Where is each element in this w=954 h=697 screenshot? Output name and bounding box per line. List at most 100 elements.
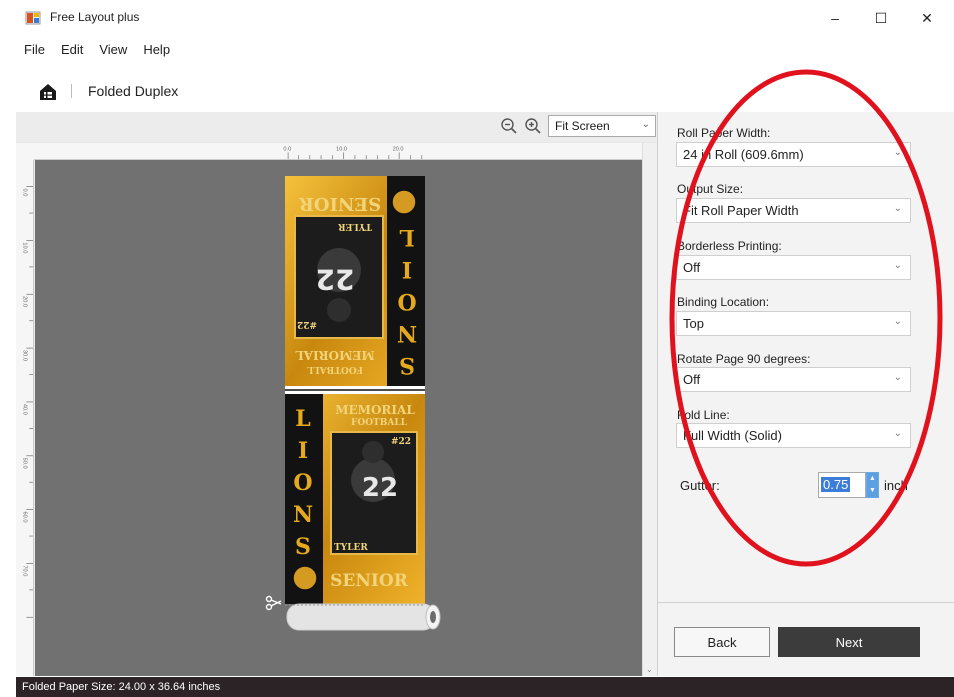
chevron-down-icon: ⌄ [893, 372, 902, 383]
ruler-label-v1: 10.0 [22, 242, 28, 253]
card-top-letter-3: N [397, 320, 417, 346]
zoom-toolbar: Fit Screen ⌄ [16, 112, 657, 142]
card-bottom-senior: SENIOR [330, 571, 409, 591]
ruler-label-v2: 20.0 [22, 296, 28, 307]
menu-bar: File Edit View Help [16, 38, 178, 62]
chevron-down-icon: ⌄ [893, 147, 902, 158]
card-top-football: FOOTBALL [306, 364, 363, 374]
menu-file[interactable]: File [16, 38, 53, 62]
gutter-stepper[interactable]: ▲ ▼ [866, 472, 879, 498]
rotate-page-select[interactable]: Off ⌄ [676, 367, 911, 392]
preview-scrollbar[interactable]: ⌄ [642, 143, 657, 676]
settings-footer: Back Next [658, 602, 954, 676]
roll-paper-width-select[interactable]: 24 in Roll (609.6mm) ⌄ [676, 142, 911, 167]
minimize-button[interactable]: – [812, 4, 858, 32]
fold-line-label: Fold Line: [677, 408, 730, 422]
fold-line-value: Full Width (Solid) [683, 428, 782, 443]
folded-paper-size-status: Folded Paper Size: 24.00 x 36.64 inches [22, 681, 221, 693]
card-letter-4: S [295, 534, 311, 560]
layout-preview: SENIOR TYLER 22 #22 FOOTBALL MEMORIAL L … [265, 176, 441, 631]
menu-edit[interactable]: Edit [53, 38, 91, 62]
card-top-senior: SENIOR [298, 193, 381, 214]
next-button[interactable]: Next [778, 627, 920, 657]
menu-help[interactable]: Help [135, 38, 178, 62]
vertical-ruler: 0.0 10.0 20.0 30.0 40.0 50.0 60.0 70.0 [16, 160, 34, 676]
card-top-number: #22 [297, 319, 317, 329]
card-letter-2: O [293, 470, 312, 496]
paper-roll-icon [285, 603, 441, 631]
status-bar: Folded Paper Size: 24.00 x 36.64 inches [16, 677, 954, 697]
gutter-input[interactable]: 0.75 [818, 472, 866, 498]
stepper-down-icon[interactable]: ▼ [867, 485, 878, 497]
ruler-label-v0: 0.0 [22, 189, 28, 197]
home-icon[interactable] [38, 82, 58, 102]
zoom-out-icon[interactable] [500, 117, 518, 135]
card-player: TYLER [334, 543, 368, 553]
card-back-upside-down: SENIOR TYLER 22 #22 FOOTBALL MEMORIAL L … [285, 176, 425, 386]
ruler-label-v4: 40.0 [22, 404, 28, 415]
chevron-down-icon: ⌄ [893, 260, 902, 271]
ruler-label-h1: 10.0 [336, 147, 347, 153]
borderless-value: Off [683, 260, 701, 275]
ruler-corner [16, 143, 34, 160]
ruler-label-h2: 20.0 [393, 147, 404, 153]
card-letter-3: N [293, 502, 313, 528]
ruler-label-h0: 0.0 [283, 147, 291, 153]
output-size-value: Fit Roll Paper Width [683, 203, 799, 218]
zoom-level-select[interactable]: Fit Screen ⌄ [548, 115, 656, 137]
card-top-letter-2: O [397, 288, 416, 314]
ruler-label-v5: 50.0 [22, 458, 28, 469]
chevron-down-icon: ⌄ [893, 316, 902, 327]
layout-canvas[interactable]: SENIOR TYLER 22 #22 FOOTBALL MEMORIAL L … [35, 160, 642, 676]
scroll-down-icon[interactable]: ⌄ [646, 665, 653, 674]
ruler-label-v3: 30.0 [22, 350, 28, 361]
card-football: FOOTBALL [351, 418, 408, 428]
lion-logo-icon [391, 189, 417, 215]
rotate-page-value: Off [683, 372, 701, 387]
gutter-unit: inch [884, 478, 908, 493]
card-top-memorial: MEMORIAL [295, 348, 375, 362]
card-jersey: 22 [362, 473, 398, 503]
maximize-button[interactable]: ☐ [858, 4, 904, 32]
horizontal-ruler: 0.0 10.0 20.0 [34, 143, 642, 160]
chevron-down-icon: ⌄ [893, 203, 902, 214]
rotate-page-label: Rotate Page 90 degrees: [677, 352, 811, 366]
zoom-level-value: Fit Screen [555, 119, 610, 133]
card-top-jersey: 22 [316, 263, 355, 296]
card-top-letter-1: I [402, 256, 412, 282]
binding-location-select[interactable]: Top ⌄ [676, 311, 911, 336]
lion-logo-icon [292, 565, 318, 591]
stepper-up-icon[interactable]: ▲ [867, 473, 878, 485]
ruler-label-v7: 70.0 [22, 565, 28, 576]
page-title: Folded Duplex [88, 83, 179, 99]
settings-panel: Roll Paper Width: 24 in Roll (609.6mm) ⌄… [657, 112, 954, 676]
scissors-icon [265, 595, 282, 611]
output-size-label: Output Size: [677, 182, 744, 196]
card-top-letter-4: S [399, 352, 415, 378]
ruler-label-v6: 60.0 [22, 512, 28, 523]
app-window: Free Layout plus – ☐ ✕ File Edit View He… [16, 0, 954, 697]
card-letter-0: L [295, 406, 310, 432]
roll-paper-width-label: Roll Paper Width: [677, 126, 771, 140]
gutter-label: Gutter: [680, 478, 720, 493]
chevron-down-icon: ⌄ [893, 428, 902, 439]
card-front: MEMORIAL FOOTBALL #22 22 TYLER L I O N S… [285, 394, 425, 604]
borderless-select[interactable]: Off ⌄ [676, 255, 911, 280]
output-size-select[interactable]: Fit Roll Paper Width ⌄ [676, 198, 911, 223]
header-divider [71, 84, 72, 98]
back-button[interactable]: Back [674, 627, 770, 657]
binding-location-label: Binding Location: [677, 295, 770, 309]
borderless-label: Borderless Printing: [677, 239, 782, 253]
card-top-player: TYLER [338, 221, 372, 231]
zoom-in-icon[interactable] [524, 117, 542, 135]
close-button[interactable]: ✕ [904, 4, 950, 32]
menu-view[interactable]: View [91, 38, 135, 62]
chevron-down-icon: ⌄ [641, 119, 650, 130]
preview-pane: Fit Screen ⌄ 0.0 10.0 20.0 0.0 10.0 20.0… [16, 112, 657, 676]
app-logo-icon [25, 11, 41, 25]
page-header: Folded Duplex [16, 74, 954, 110]
fold-line-select[interactable]: Full Width (Solid) ⌄ [676, 423, 911, 448]
card-number: #22 [391, 437, 411, 447]
gutter-value: 0.75 [821, 477, 851, 492]
roll-paper-width-value: 24 in Roll (609.6mm) [683, 147, 804, 162]
